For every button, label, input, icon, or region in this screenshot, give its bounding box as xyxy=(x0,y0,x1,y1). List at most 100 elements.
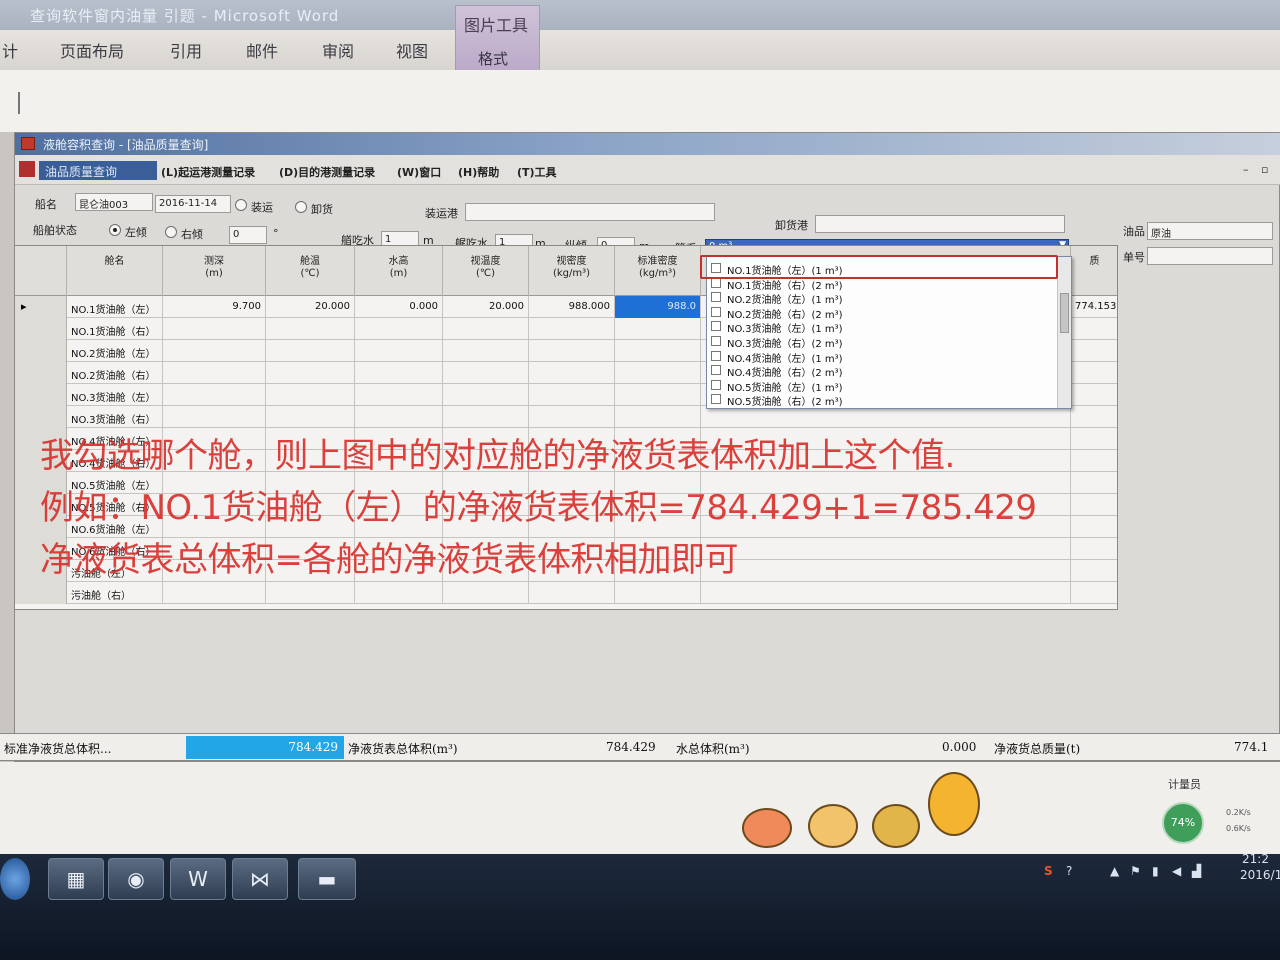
cell-mass[interactable] xyxy=(1071,450,1117,472)
start-button-icon[interactable] xyxy=(0,858,30,900)
tank-checkbox[interactable] xyxy=(711,336,721,346)
cell-tank-name[interactable]: NO.1货油舱（右） xyxy=(67,318,163,340)
menu-item-window[interactable]: (W)窗口 xyxy=(397,164,441,180)
tank-checkbox[interactable] xyxy=(711,379,721,390)
dropdown-item[interactable]: NO.3货油舱（左）(1 m³) xyxy=(711,319,1055,335)
cell-sounding[interactable] xyxy=(163,340,266,362)
tank-checkbox[interactable] xyxy=(711,277,721,288)
row-selector[interactable] xyxy=(15,406,67,428)
cell-hidden[interactable] xyxy=(701,560,1071,582)
cell-mass[interactable]: 774.153 xyxy=(1071,296,1117,318)
dropdown-scrollbar[interactable] xyxy=(1057,257,1071,408)
loading-port-field[interactable] xyxy=(465,203,715,221)
dropdown-item[interactable]: NO.2货油舱（左）(1 m³) xyxy=(711,290,1055,306)
dropdown-scroll-thumb[interactable] xyxy=(1060,293,1069,333)
ship-name-field[interactable]: 昆仑油003 xyxy=(75,193,153,211)
cell-tank-name[interactable]: NO.2货油舱（右） xyxy=(67,362,163,384)
flag-icon[interactable]: ⚑ xyxy=(1130,864,1141,878)
cell-mass[interactable] xyxy=(1071,362,1117,384)
row-selector[interactable] xyxy=(15,340,67,362)
cell-mass[interactable] xyxy=(1071,494,1117,516)
menu-item-loading-record[interactable]: (L)起运港测量记录 xyxy=(161,164,255,180)
word-taskbar-icon[interactable]: W xyxy=(170,858,226,900)
ribbon-tab-review[interactable]: 审阅 xyxy=(322,38,354,62)
network-icon[interactable]: ▟ xyxy=(1192,864,1201,878)
cell-mass[interactable] xyxy=(1071,428,1117,450)
tank-checkbox[interactable] xyxy=(711,394,721,405)
menu-item-quality-query[interactable]: 油品质量查询 xyxy=(39,161,157,180)
cell-view-temp[interactable]: 20.000 xyxy=(443,296,529,318)
cell-mass[interactable] xyxy=(1071,516,1117,538)
tank-checkbox[interactable] xyxy=(711,306,721,317)
volume-icon[interactable]: ◀ xyxy=(1172,864,1181,878)
cell-std-density[interactable] xyxy=(615,406,701,428)
ribbon-tab-layout[interactable]: 页面布局 xyxy=(60,38,124,62)
cell-mass[interactable] xyxy=(1071,472,1117,494)
ime-icon[interactable]: S xyxy=(1044,864,1053,878)
cell-tank-temp[interactable]: 20.000 xyxy=(266,296,355,318)
cell-tank-temp[interactable] xyxy=(266,384,355,406)
cell-mass[interactable] xyxy=(1071,384,1117,406)
cell-tank-name[interactable]: NO.2货油舱（左） xyxy=(67,340,163,362)
row-selector[interactable] xyxy=(15,318,67,340)
cell-tank-name[interactable]: 污油舱（右） xyxy=(67,582,163,604)
dropdown-item[interactable]: NO.4货油舱（左）(1 m³) xyxy=(711,349,1055,365)
explorer-taskbar-icon[interactable]: ▦ xyxy=(48,858,104,900)
table-row[interactable]: NO.3货油舱（右） xyxy=(15,406,1117,428)
cell-tank-temp[interactable] xyxy=(266,406,355,428)
cell-tank-temp[interactable] xyxy=(266,340,355,362)
cell-sounding[interactable] xyxy=(163,582,266,604)
minimize-icon[interactable]: – xyxy=(1243,163,1249,176)
browser-taskbar-icon[interactable]: ◉ xyxy=(108,858,164,900)
cell-view-density[interactable] xyxy=(529,406,615,428)
cell-view-density[interactable] xyxy=(529,582,615,604)
dropdown-item[interactable]: NO.5货油舱（右）(2 m³) xyxy=(711,392,1055,408)
bill-field[interactable] xyxy=(1147,247,1273,265)
unloading-radio[interactable] xyxy=(295,201,307,213)
clock-date[interactable]: 2016/1 xyxy=(1240,868,1280,882)
table-row[interactable]: 污油舱（右） xyxy=(15,582,1117,604)
cell-sounding[interactable] xyxy=(163,384,266,406)
cell-mass[interactable] xyxy=(1071,406,1117,428)
cell-tank-name[interactable]: NO.3货油舱（左） xyxy=(67,384,163,406)
cell-std-density[interactable] xyxy=(615,384,701,406)
dropdown-item[interactable]: NO.5货油舱（左）(1 m³) xyxy=(711,378,1055,394)
cell-view-temp[interactable] xyxy=(443,582,529,604)
current-row-arrow-icon[interactable]: ▸ xyxy=(15,296,67,318)
tank-checkbox[interactable] xyxy=(711,321,721,332)
cell-water-height[interactable]: 0.000 xyxy=(355,296,443,318)
cell-water-height[interactable] xyxy=(355,318,443,340)
row-selector[interactable] xyxy=(15,384,67,406)
cell-view-temp[interactable] xyxy=(443,406,529,428)
cell-sounding[interactable] xyxy=(163,318,266,340)
cell-std-density[interactable]: 988.0 xyxy=(615,296,701,318)
cell-view-density[interactable]: 988.000 xyxy=(529,296,615,318)
menu-item-tools[interactable]: (T)工具 xyxy=(517,164,557,180)
cell-hidden[interactable] xyxy=(701,538,1071,560)
cell-water-height[interactable] xyxy=(355,406,443,428)
cell-sounding[interactable]: 9.700 xyxy=(163,296,266,318)
visual-studio-taskbar-icon[interactable]: ⋈ xyxy=(232,858,288,900)
cell-tank-name[interactable]: NO.1货油舱（左） xyxy=(67,296,163,318)
list-angle-field[interactable]: 0 xyxy=(229,226,267,244)
cell-std-density[interactable] xyxy=(615,318,701,340)
dropdown-item[interactable]: NO.3货油舱（右）(2 m³) xyxy=(711,334,1055,350)
cell-water-height[interactable] xyxy=(355,582,443,604)
cell-mass[interactable] xyxy=(1071,340,1117,362)
right-list-radio[interactable] xyxy=(165,226,177,238)
ship-app-taskbar-icon[interactable]: ▬ xyxy=(298,858,356,900)
cell-tank-temp[interactable] xyxy=(266,318,355,340)
restore-icon[interactable]: ▫ xyxy=(1261,163,1268,176)
unloading-port-field[interactable] xyxy=(815,215,1065,233)
cell-std-density[interactable] xyxy=(615,340,701,362)
ribbon-tab-view[interactable]: 视图 xyxy=(396,38,428,62)
cell-view-temp[interactable] xyxy=(443,340,529,362)
cell-view-density[interactable] xyxy=(529,362,615,384)
cell-view-temp[interactable] xyxy=(443,318,529,340)
dropdown-item[interactable]: NO.2货油舱（右）(2 m³) xyxy=(711,305,1055,321)
cell-view-density[interactable] xyxy=(529,318,615,340)
show-hidden-icons-icon[interactable]: ▲ xyxy=(1110,864,1119,878)
cell-hidden[interactable] xyxy=(701,406,1071,428)
cell-sounding[interactable] xyxy=(163,362,266,384)
help-icon[interactable]: ? xyxy=(1066,864,1072,878)
